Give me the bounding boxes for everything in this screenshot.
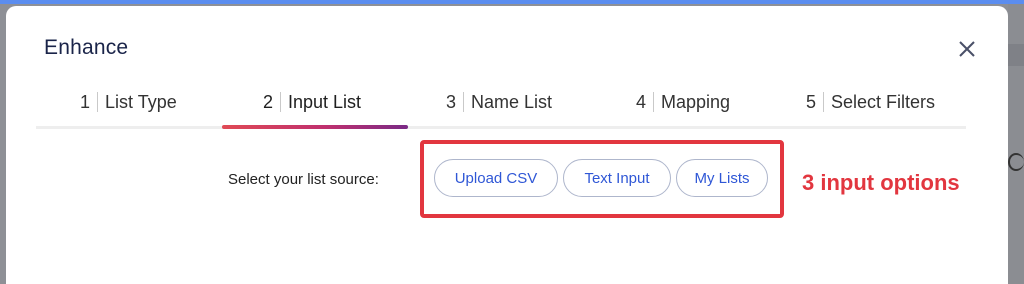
step-number: 2: [263, 92, 282, 112]
modal-title: Enhance: [44, 36, 129, 59]
step-label: Mapping: [661, 91, 731, 112]
background-page: [1008, 4, 1024, 284]
step-number: 4: [636, 92, 655, 112]
list-source-label: Select your list source:: [228, 171, 379, 188]
step-number: 1: [80, 92, 99, 112]
annotation-label: 3 input options: [802, 170, 960, 195]
info-icon: [1008, 153, 1024, 171]
my-lists-button[interactable]: My Lists: [676, 159, 768, 197]
step-label: Name List: [471, 91, 553, 112]
tab-select-filters[interactable]: 5 Select Filters: [806, 78, 935, 126]
tabs-divider: [36, 126, 966, 129]
step-label: Input List: [288, 91, 362, 112]
tab-list-type[interactable]: 1 List Type: [80, 78, 177, 126]
stepper-tabs: 1 List Type 2 Input List 3 Name List 4 M…: [36, 78, 966, 128]
text-input-button[interactable]: Text Input: [563, 159, 671, 197]
step-label: Select Filters: [831, 91, 936, 112]
close-icon[interactable]: [956, 38, 978, 60]
active-tab-indicator: [222, 125, 408, 129]
step-label: List Type: [105, 91, 177, 112]
step-number: 3: [446, 92, 465, 112]
tab-name-list[interactable]: 3 Name List: [446, 78, 552, 126]
background-accent-bar: [0, 0, 1024, 4]
tab-input-list[interactable]: 2 Input List: [263, 78, 361, 126]
step-number: 5: [806, 92, 825, 112]
tab-mapping[interactable]: 4 Mapping: [636, 78, 730, 126]
upload-csv-button[interactable]: Upload CSV: [434, 159, 558, 197]
